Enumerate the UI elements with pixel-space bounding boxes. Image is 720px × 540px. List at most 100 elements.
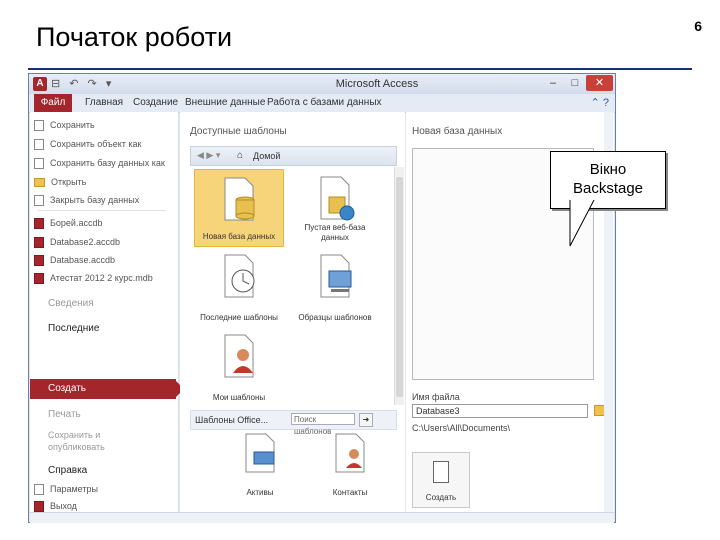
ribbon-tabs: Файл Главная Создание Внешние данные Раб… [29, 94, 615, 113]
title-bar: A ⊟ ↶ ↷ ▾ Microsoft Access – □ ✕ [29, 74, 615, 94]
template-blank-web-db[interactable]: Пустая веб-база данных [290, 169, 380, 247]
tab-home[interactable]: Главная [85, 97, 123, 108]
exit-icon [34, 501, 44, 513]
menu-save[interactable]: Сохранить [34, 120, 95, 132]
menu-recent[interactable]: Последние [48, 323, 99, 334]
search-go-icon[interactable]: ➜ [359, 413, 373, 427]
web-database-icon [320, 176, 355, 221]
blank-database-icon [224, 177, 255, 221]
backstage-left-panel: Сохранить Сохранить объект как Сохранить… [30, 112, 184, 513]
menu-save-label: Сохранить [50, 120, 95, 130]
tile-label: Контакты [332, 488, 368, 497]
menu-options-label: Параметры [50, 484, 98, 494]
horizontal-scrollbar[interactable] [30, 512, 614, 523]
create-button-label: Создать [425, 493, 457, 502]
recent-file[interactable]: Борей.accdb [34, 218, 103, 230]
tab-database-tools[interactable]: Работа с базами данных [267, 97, 382, 108]
sample-templates-icon [320, 254, 352, 298]
menu-open[interactable]: Открыть [34, 177, 87, 188]
menu-open-label: Открыть [51, 177, 87, 187]
recent-file-label: Борей.accdb [50, 218, 103, 228]
office-templates-bar: Шаблоны Office... Поиск шаблонов ➜ [190, 410, 397, 436]
home-icon[interactable]: ⌂ [237, 150, 243, 161]
filename-input[interactable]: Database3 [412, 404, 588, 418]
save-as-icon [34, 139, 44, 151]
nav-home-label[interactable]: Домой [253, 151, 280, 161]
clock-icon [224, 254, 255, 298]
recent-file[interactable]: Database.accdb [34, 255, 116, 267]
tile-label: Последние шаблоны [200, 313, 278, 322]
access-window: A ⊟ ↶ ↷ ▾ Microsoft Access – □ ✕ Файл Гл… [28, 73, 616, 523]
help-icon[interactable]: ⌃ ? [591, 96, 609, 109]
template-blank-db[interactable]: Новая база данных [194, 169, 284, 247]
templates-grid: Новая база данных Пустая веб-база данных… [190, 167, 383, 405]
access-file-icon [34, 218, 44, 230]
recent-file-label: Database.accdb [50, 255, 116, 265]
document-icon [433, 461, 449, 483]
options-icon [34, 484, 44, 496]
templates-panel: Доступные шаблоны ◀ ▶ ▾ ⌂ Домой Новая ба… [180, 112, 405, 512]
templates-heading: Доступные шаблоны [190, 126, 287, 137]
menu-help[interactable]: Справка [48, 465, 87, 476]
menu-options[interactable]: Параметры [34, 484, 98, 496]
tile-label: Мои шаблоны [212, 393, 266, 402]
menu-create[interactable]: Создать [30, 379, 184, 399]
recent-file[interactable]: Атестат 2012 2 курс.mdb [34, 273, 153, 285]
menu-print[interactable]: Печать [48, 409, 81, 420]
tab-create[interactable]: Создание [133, 97, 178, 108]
scroll-thumb[interactable] [396, 177, 403, 397]
template-search-input[interactable]: Поиск шаблонов [291, 413, 355, 436]
menu-exit-label: Выход [50, 501, 77, 511]
tile-label: Пустая веб-база данных [304, 223, 366, 242]
tile-label: Новая база данных [202, 232, 276, 241]
recent-file-label: Database2.accdb [50, 237, 121, 247]
templates-nav-bar: ◀ ▶ ▾ ⌂ Домой [190, 146, 397, 166]
access-file-icon [34, 273, 44, 285]
tile-label: Образцы шаблонов [298, 313, 372, 322]
access-file-icon [34, 237, 44, 249]
folder-icon [34, 178, 45, 188]
tile-label: Активы [246, 488, 274, 497]
menu-save-db-as[interactable]: Сохранить базу данных как [34, 158, 165, 170]
template-samples[interactable]: Образцы шаблонов [290, 249, 380, 327]
menu-save-publish[interactable]: Сохранить и опубликовать [48, 429, 158, 453]
template-recent[interactable]: Последние шаблоны [194, 249, 284, 327]
assets-icon [245, 433, 275, 473]
close-button[interactable]: ✕ [586, 75, 613, 91]
callout-line-2: Backstage [572, 180, 644, 197]
recent-file[interactable]: Database2.accdb [34, 237, 121, 249]
menu-close-db-label: Закрыть базу данных [50, 195, 140, 205]
office-templates-label: Шаблоны Office... [195, 415, 269, 425]
menu-close-db[interactable]: Закрыть базу данных [34, 195, 140, 207]
template-my[interactable]: Мои шаблоны [194, 329, 284, 407]
office-template-contacts[interactable]: Контакты [310, 432, 390, 502]
window-title: Microsoft Access [335, 78, 419, 90]
menu-info[interactable]: Сведения [48, 298, 94, 309]
templates-scrollbar[interactable] [394, 167, 404, 405]
menu-save-object-as-label: Сохранить объект как [50, 139, 142, 149]
tab-external-data[interactable]: Внешние данные [185, 97, 265, 108]
close-db-icon [34, 195, 44, 207]
save-icon [34, 120, 44, 132]
new-db-heading: Новая база данных [412, 126, 503, 137]
contacts-icon [335, 433, 365, 473]
page-number: 6 [694, 18, 702, 34]
slide-title: Початок роботи [36, 22, 233, 52]
menu-save-db-as-label: Сохранить базу данных как [50, 158, 165, 168]
create-button[interactable]: Создать [412, 452, 470, 508]
menu-exit[interactable]: Выход [34, 501, 77, 513]
menu-save-object-as[interactable]: Сохранить объект как [34, 139, 142, 151]
tab-file[interactable]: Файл [34, 94, 72, 112]
callout-line-1: Вікно [589, 161, 627, 178]
access-file-icon [34, 255, 44, 267]
callout-tail [569, 200, 595, 247]
nav-arrows-icon[interactable]: ◀ ▶ ▾ [197, 150, 220, 161]
save-db-icon [34, 158, 44, 170]
minimize-button[interactable]: – [542, 75, 564, 91]
maximize-button[interactable]: □ [564, 75, 586, 91]
recent-file-label: Атестат 2012 2 курс.mdb [50, 273, 153, 283]
separator [38, 210, 166, 211]
my-templates-icon [224, 334, 254, 378]
file-path: C:\Users\All\Documents\ [412, 423, 511, 433]
office-template-assets[interactable]: Активы [220, 432, 300, 502]
